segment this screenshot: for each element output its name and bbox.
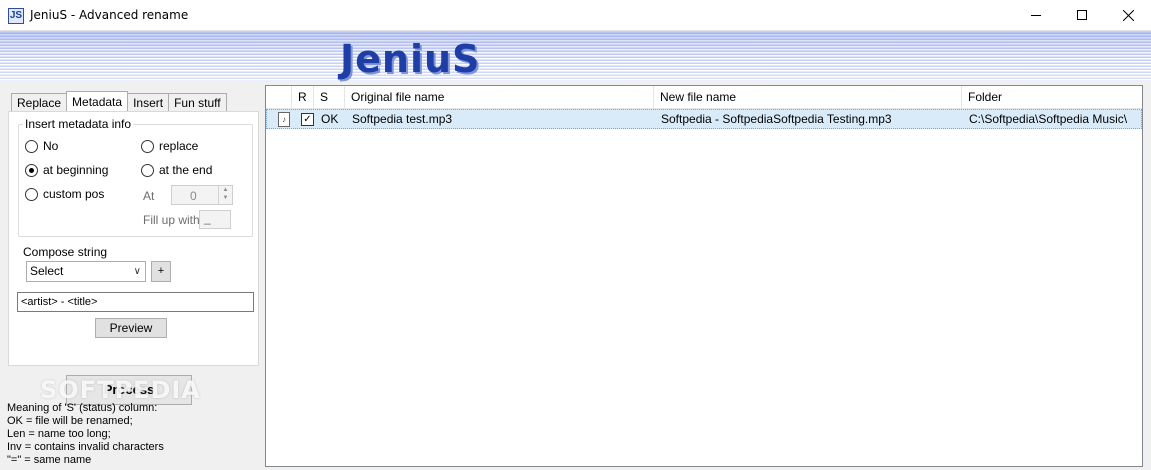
tab-fun-stuff[interactable]: Fun stuff [168, 93, 227, 112]
fill-up-input[interactable]: _ [199, 210, 231, 229]
spinner-buttons[interactable]: ▲ ▼ [218, 186, 232, 204]
original-name-cell: Softpedia test.mp3 [352, 112, 453, 126]
status-cell: OK [321, 112, 339, 126]
close-button[interactable] [1105, 0, 1151, 30]
tab-strip: Replace Metadata Insert Fun stuff [11, 91, 227, 112]
file-list-header: R S Original file name New file name Fol… [266, 86, 1142, 109]
legend-line: OK = file will be renamed; [7, 415, 133, 427]
folder-cell: C:\Softpedia\Softpedia Music\ [969, 112, 1128, 126]
legend-line: Meaning of 'S' (status) column: [7, 402, 158, 414]
column-header-original[interactable]: Original file name [345, 86, 654, 109]
file-list[interactable]: R S Original file name New file name Fol… [265, 85, 1143, 467]
column-header-icon[interactable] [266, 86, 292, 109]
radio-replace[interactable]: replace [141, 139, 198, 153]
radio-icon [141, 163, 154, 177]
maximize-icon [1077, 10, 1087, 20]
tab-insert[interactable]: Insert [127, 93, 170, 112]
radio-custom-pos[interactable]: custom pos [25, 187, 104, 201]
metadata-tab-page: Insert metadata info No replace at begin… [8, 111, 259, 366]
chevron-down-icon: ∨ [133, 266, 141, 277]
compose-select-value: Select [30, 264, 64, 278]
options-panel: Replace Metadata Insert Fun stuff Insert… [8, 91, 260, 366]
fill-up-label: Fill up with [143, 213, 200, 227]
compose-string-label: Compose string [23, 245, 108, 259]
compose-select[interactable]: Select ∨ [26, 261, 146, 282]
legend-line: Len = name too long; [7, 428, 111, 440]
minimize-icon [1031, 14, 1041, 16]
radio-replace-label: replace [159, 139, 199, 153]
radio-icon [141, 139, 154, 153]
radio-icon [25, 187, 38, 201]
radio-icon [25, 139, 38, 153]
title-bar: JS JeniuS - Advanced rename [0, 0, 1151, 31]
column-header-r[interactable]: R [292, 86, 314, 109]
banner-gradient [0, 31, 1151, 81]
column-header-new[interactable]: New file name [654, 86, 962, 109]
app-icon: JS [8, 8, 24, 24]
status-legend: Meaning of 'S' (status) column: OK = fil… [7, 402, 164, 467]
column-header-s[interactable]: S [314, 86, 345, 109]
position-value: 0 [190, 189, 197, 203]
rename-checkbox[interactable]: ✓ [301, 113, 314, 126]
group-title: Insert metadata info [23, 117, 134, 131]
table-row[interactable]: ♪ ✓ OK Softpedia test.mp3 Softpedia - So… [266, 109, 1142, 129]
process-button[interactable]: Process [66, 375, 192, 405]
audio-file-icon: ♪ [278, 112, 290, 127]
legend-line: "=" = same name [7, 454, 92, 466]
radio-at-beginning[interactable]: at beginning [25, 163, 108, 177]
legend-line: Inv = contains invalid characters [7, 441, 164, 453]
tab-metadata[interactable]: Metadata [66, 91, 129, 112]
tab-replace[interactable]: Replace [11, 93, 68, 112]
app-logo: JeniuS [340, 37, 481, 81]
column-header-folder[interactable]: Folder [962, 86, 1142, 109]
window-title: JeniuS - Advanced rename [30, 8, 189, 22]
preview-button[interactable]: Preview [95, 318, 167, 338]
radio-custom-pos-label: custom pos [43, 187, 105, 201]
new-name-cell: Softpedia - SoftpediaSoftpedia Testing.m… [661, 112, 892, 126]
maximize-button[interactable] [1059, 0, 1105, 30]
add-token-button[interactable]: + [151, 261, 171, 282]
header-banner: JeniuS [0, 31, 1151, 81]
radio-no[interactable]: No [25, 139, 58, 153]
close-icon [1122, 9, 1134, 21]
position-spinner[interactable]: 0 ▲ ▼ [171, 185, 233, 205]
compose-string-input[interactable]: <artist> - <title> [17, 292, 254, 312]
spin-up-icon[interactable]: ▲ [219, 186, 232, 194]
at-label: At [143, 189, 155, 203]
radio-at-the-end[interactable]: at the end [141, 163, 212, 177]
minimize-button[interactable] [1013, 0, 1059, 30]
radio-at-the-end-label: at the end [159, 163, 213, 177]
radio-no-label: No [43, 139, 59, 153]
spin-down-icon[interactable]: ▼ [219, 194, 232, 202]
radio-at-beginning-label: at beginning [43, 163, 109, 177]
radio-checked-icon [25, 163, 38, 177]
